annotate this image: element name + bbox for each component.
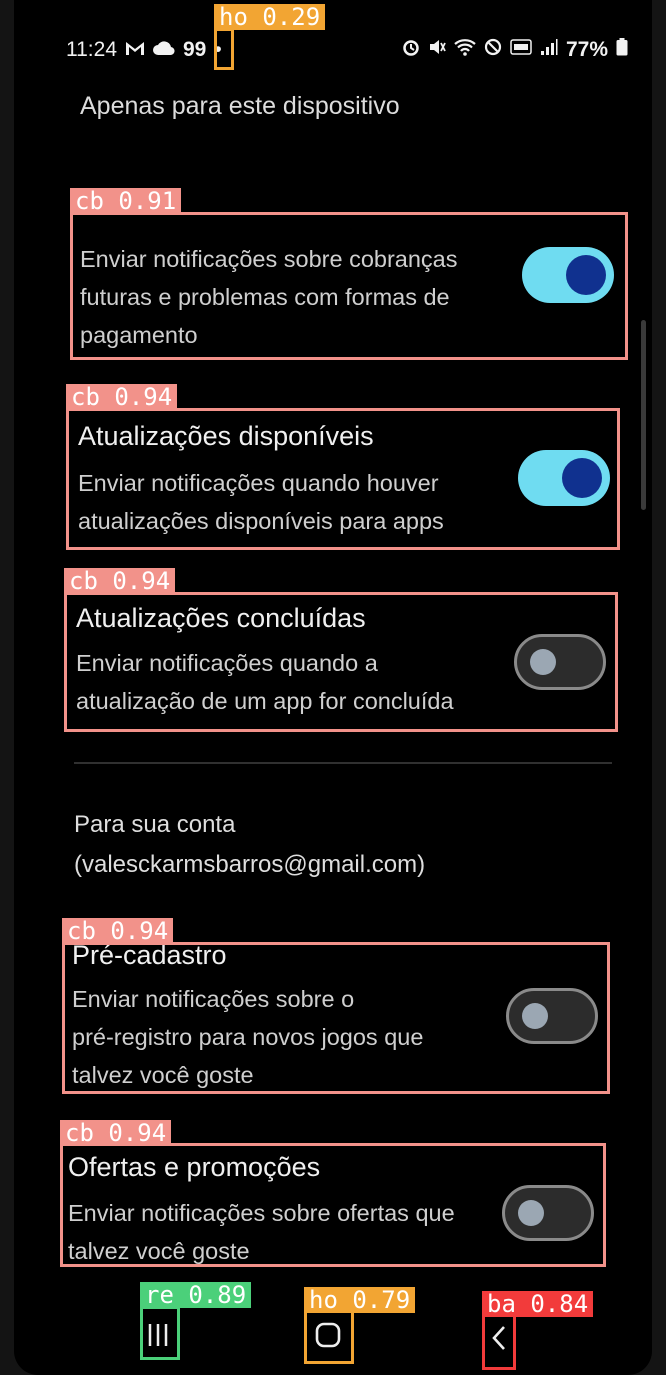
cloud-icon <box>153 40 175 61</box>
dnd-icon <box>484 38 502 62</box>
setting-0-box <box>70 212 628 360</box>
setting-4-tag: cb 0.94 <box>60 1120 172 1146</box>
setting-2-box <box>64 592 618 732</box>
status-time: 11:24 <box>66 38 117 61</box>
status-bar-left: 11:24 99 • <box>66 38 222 62</box>
nav-back-box <box>482 1314 516 1370</box>
status-dot-box <box>214 28 234 70</box>
nav-back-tag: ba 0.84 <box>482 1291 594 1317</box>
setting-1-box <box>66 408 620 550</box>
divider <box>74 762 612 764</box>
account-email: (valesckarmsbarros@gmail.com) <box>74 851 426 878</box>
setting-3-box <box>62 942 610 1094</box>
nav-recent-box <box>140 1306 180 1360</box>
setting-1-tag: cb 0.94 <box>66 384 178 410</box>
signal-icon <box>540 38 558 62</box>
alarm-icon <box>402 38 420 62</box>
notification-count: 99 <box>183 38 207 61</box>
status-dot-tag: ho 0.29 <box>214 4 326 30</box>
nav-home-tag: ho 0.79 <box>304 1287 416 1313</box>
wifi-icon <box>454 38 476 62</box>
battery-level: 77% <box>565 38 608 61</box>
setting-4-box <box>60 1143 606 1267</box>
status-bar: 11:24 99 • 77% <box>14 30 652 70</box>
gmail-icon <box>125 40 145 61</box>
account-section-label: Para sua conta <box>74 811 236 838</box>
status-bar-right: 77% <box>402 38 628 62</box>
battery-icon <box>616 38 628 62</box>
scroll-indicator[interactable] <box>641 320 646 510</box>
page-subtitle: Apenas para este dispositivo <box>80 92 400 120</box>
setting-0-tag: cb 0.91 <box>70 188 182 214</box>
setting-2-tag: cb 0.94 <box>64 568 176 594</box>
setting-3-tag: cb 0.94 <box>62 918 174 944</box>
mute-icon <box>428 38 446 62</box>
account-section: Para sua conta (valesckarmsbarros@gmail.… <box>74 805 425 885</box>
nav-recent-tag: re 0.89 <box>140 1282 252 1308</box>
volte-icon <box>510 38 532 62</box>
nav-home-box <box>304 1310 354 1364</box>
